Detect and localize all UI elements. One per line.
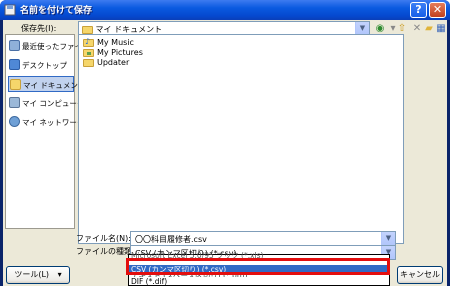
place-label: デスクトップ bbox=[22, 61, 67, 70]
save-in-label: 保存先(I): bbox=[21, 24, 57, 33]
save-in-value: マイ ドキュメント bbox=[95, 25, 163, 34]
dropdown-option[interactable]: DIF (*.dif) bbox=[129, 277, 389, 286]
place-item-my-documents[interactable]: マイ ドキュメント bbox=[8, 76, 85, 92]
desktop-icon bbox=[9, 59, 20, 70]
pictures-folder-icon bbox=[83, 48, 94, 57]
my-network-icon bbox=[9, 116, 20, 127]
file-name: My Music bbox=[97, 38, 134, 47]
file-name: Updater bbox=[97, 58, 130, 67]
place-label: マイ ネットワーク bbox=[22, 118, 85, 127]
filename-field[interactable]: 〇〇科目履修者.csv ▼ bbox=[130, 231, 396, 246]
dialog-body: 保存先(I): マイ ドキュメント ▼ ◉ ▾ ⇧ ✕ ▰ ▦ 最近使ったファイ… bbox=[3, 20, 447, 286]
list-item[interactable]: Updater bbox=[83, 58, 129, 69]
close-button[interactable]: ✕ bbox=[429, 2, 446, 18]
folder-icon bbox=[83, 58, 94, 67]
close-icon: ✕ bbox=[432, 3, 443, 16]
window-title: 名前を付けて保存 bbox=[20, 6, 93, 16]
chevron-down-icon: ▾ bbox=[57, 270, 62, 279]
place-item-my-network[interactable]: マイ ネットワーク bbox=[8, 114, 84, 130]
help-button[interactable]: ? bbox=[410, 2, 427, 18]
chevron-down-icon[interactable]: ▼ bbox=[381, 232, 395, 245]
file-list[interactable]: My Music My Pictures Updater bbox=[78, 34, 404, 244]
my-documents-folder-icon bbox=[82, 25, 93, 34]
highlight-box bbox=[126, 258, 390, 275]
filename-value: 〇〇科目履修者.csv bbox=[135, 235, 207, 244]
file-name: My Pictures bbox=[97, 48, 143, 57]
tools-label: ツール(L) bbox=[14, 270, 50, 279]
cancel-button[interactable]: キャンセル bbox=[397, 266, 443, 284]
place-item-my-computer[interactable]: マイ コンピュータ bbox=[8, 95, 84, 111]
help-icon: ? bbox=[415, 3, 422, 16]
save-icon bbox=[4, 4, 16, 16]
places-bar: 最近使ったファイル デスクトップ マイ ドキュメント マイ コンピュータ マイ … bbox=[5, 34, 90, 229]
my-computer-icon bbox=[9, 97, 20, 108]
my-documents-icon bbox=[10, 79, 21, 90]
place-item-recent[interactable]: 最近使ったファイル bbox=[8, 38, 90, 54]
filename-label: ファイル名(N): bbox=[76, 234, 131, 243]
place-label: マイ ドキュメント bbox=[23, 81, 86, 90]
views-icon[interactable]: ▦ bbox=[434, 22, 448, 36]
title-bar[interactable]: 名前を付けて保存 ? ✕ bbox=[0, 0, 450, 20]
place-item-desktop[interactable]: デスクトップ bbox=[8, 57, 74, 73]
music-folder-icon bbox=[83, 37, 94, 47]
tools-button[interactable]: ツール(L) ▾ bbox=[6, 266, 70, 284]
place-label: マイ コンピュータ bbox=[22, 99, 85, 108]
recent-files-icon bbox=[9, 40, 20, 51]
save-as-dialog: 名前を付けて保存 ? ✕ 保存先(I): マイ ドキュメント ▼ ◉ ▾ ⇧ ✕… bbox=[0, 0, 450, 286]
